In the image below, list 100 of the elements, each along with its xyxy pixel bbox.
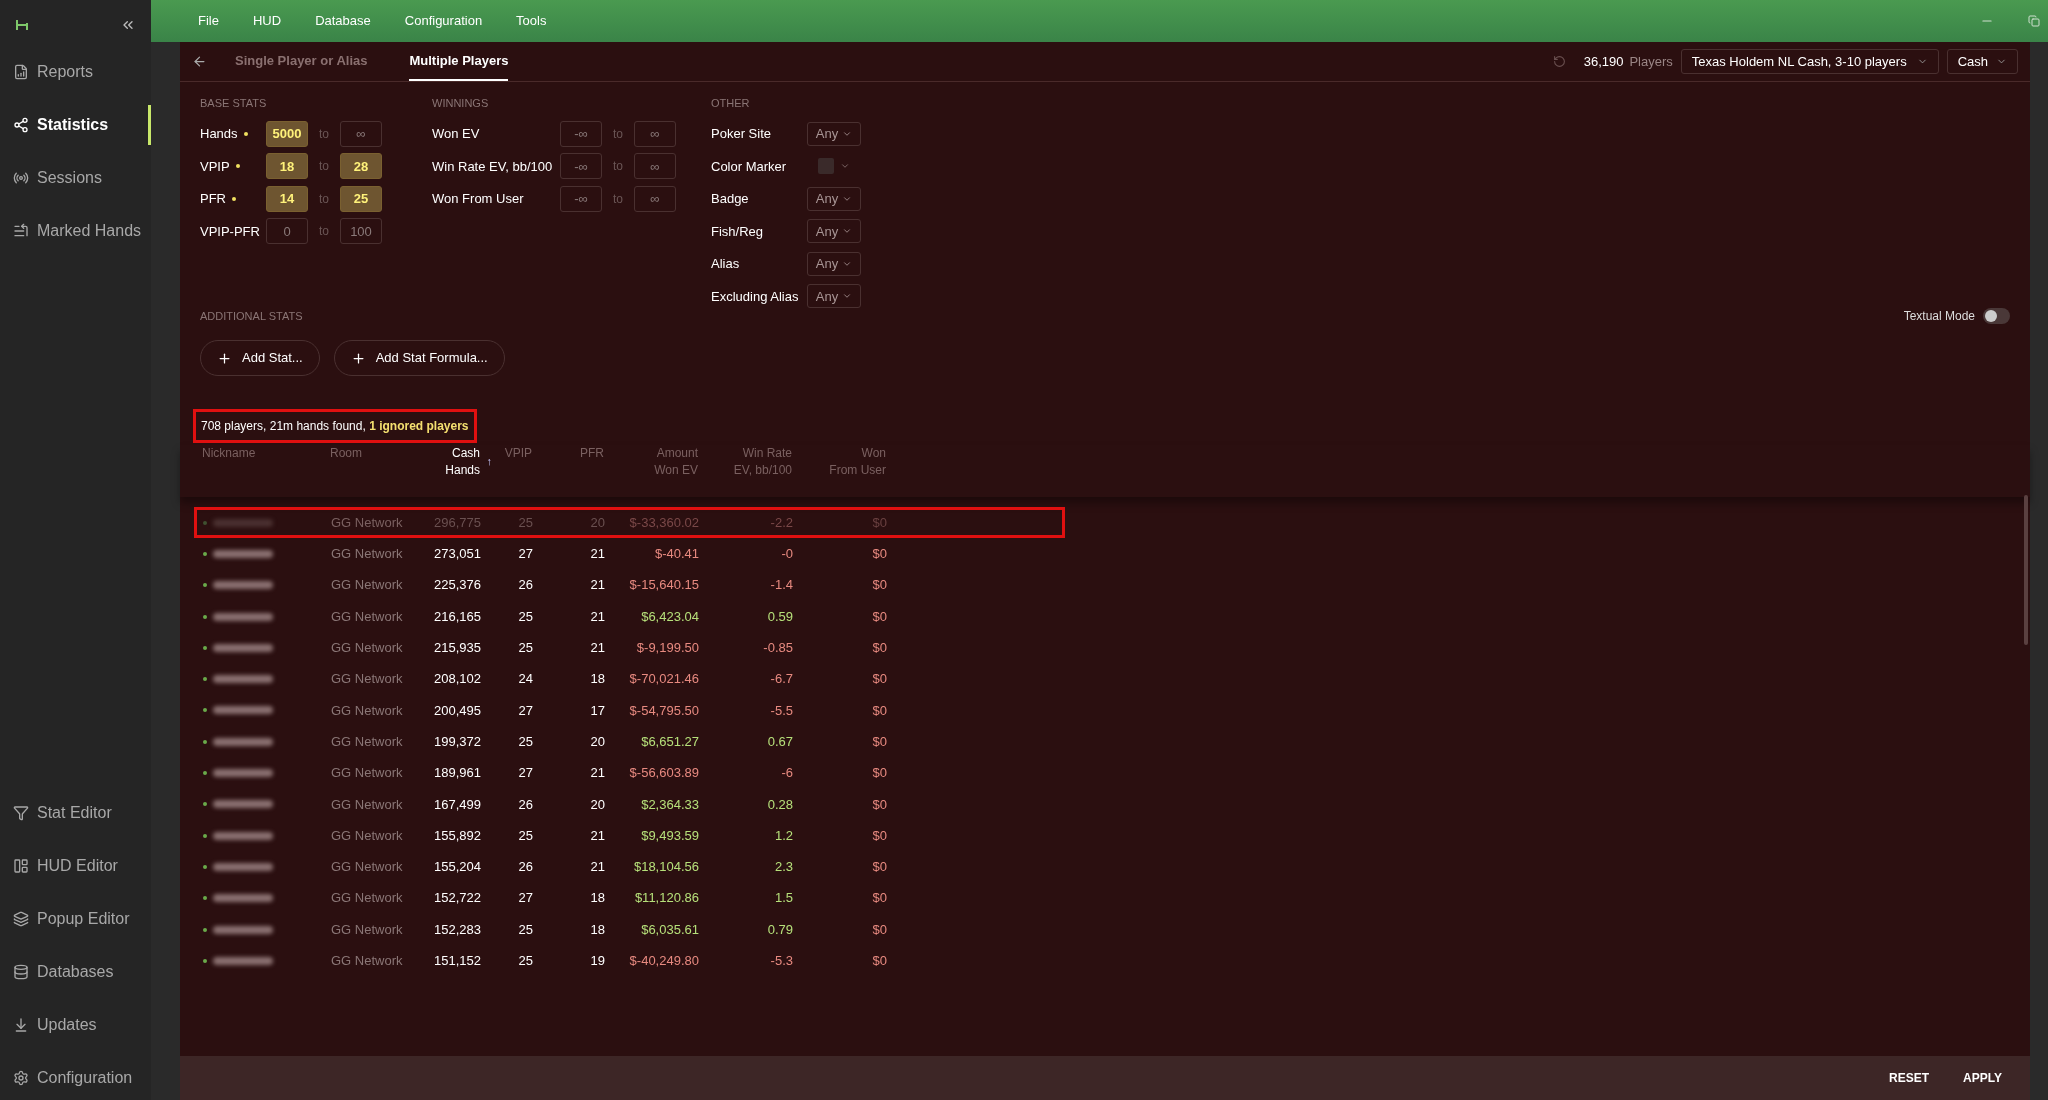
table-row[interactable]: GG Network 216,165 25 21 $6,423.04 0.59 $0 (194, 600, 1065, 633)
stat-label: Hands (200, 125, 238, 143)
table-row[interactable]: GG Network 151,152 25 19 $-40,249.80 -5.3 $0 (194, 945, 1065, 977)
table-cell-text: 25 (517, 513, 533, 532)
table-cell-text: $0 (871, 513, 887, 532)
restore-icon[interactable] (2028, 15, 2040, 27)
table-cell-text: -2.2 (769, 513, 793, 532)
range-field[interactable]: -∞ (560, 120, 602, 147)
any-select[interactable]: Any (807, 219, 861, 244)
sidebar-item[interactable]: Statistics (0, 105, 151, 145)
table-cell-text: 215,935 (433, 639, 481, 658)
sidebar-item[interactable]: Popup Editor (0, 899, 151, 939)
table-row[interactable]: GG Network 167,499 26 20 $2,364.33 0.28 $0 (194, 788, 1065, 820)
table-cell-text: GG Network (331, 670, 404, 689)
sidebar-item[interactable]: Databases (0, 952, 151, 992)
table-cell-text: GG Network (331, 732, 404, 751)
range-field[interactable]: 28 (340, 153, 382, 180)
refresh-icon[interactable] (1552, 55, 1566, 68)
table-cell-text: 20 (589, 795, 605, 814)
range-field[interactable]: 18 (266, 153, 308, 180)
footer-button[interactable]: APPLY (1963, 1069, 2002, 1087)
stat-label: PFR (200, 190, 226, 208)
any-select[interactable]: Any (807, 251, 861, 276)
table-row[interactable]: GG Network 189,961 27 21 $-56,603.89 -6 $0 (194, 757, 1065, 789)
range-field[interactable]: -∞ (560, 185, 602, 212)
table-cell-text: $0 (871, 952, 887, 971)
table-cell-text: $0 (871, 795, 887, 814)
sidebar-item[interactable]: Configuration (0, 1058, 151, 1098)
to-label: to (612, 158, 624, 176)
table-cell-text: $2,364.33 (640, 795, 699, 814)
share-icon (13, 117, 29, 133)
any-select[interactable]: Any (807, 121, 861, 146)
range-field[interactable]: ∞ (340, 120, 382, 147)
table-row[interactable]: GG Network 152,283 25 18 $6,035.61 0.79 $0 (194, 913, 1065, 946)
range-field[interactable]: 5000 (266, 120, 308, 147)
table-cell-text: 21 (589, 545, 605, 564)
range-field[interactable]: 25 (340, 185, 382, 212)
table-cell-text: -5.5 (769, 701, 793, 720)
tab[interactable]: Multiple Players (409, 42, 509, 81)
textual-mode-toggle[interactable] (1983, 308, 2010, 324)
table-cell-text: 26 (517, 795, 533, 814)
table-cell-text: $-40.41 (653, 545, 699, 564)
table-cell-text: 26 (517, 858, 533, 877)
sidebar-item[interactable]: Sessions (0, 158, 151, 198)
any-select[interactable]: Any (807, 186, 861, 211)
table-row[interactable]: GG Network 155,204 26 21 $18,104.56 2.3 $0 (194, 851, 1065, 883)
range-field[interactable]: ∞ (634, 185, 676, 212)
table-cell-text: GG Network (331, 920, 404, 939)
table-row[interactable]: GG Network 152,722 27 18 $11,120.86 1.5 $0 (194, 882, 1065, 914)
menu-item[interactable]: Configuration (404, 11, 483, 31)
range-field[interactable]: -∞ (560, 153, 602, 180)
range-field[interactable]: ∞ (634, 153, 676, 180)
table-row[interactable]: GG Network 155,892 25 21 $9,493.59 1.2 $0 (194, 819, 1065, 852)
mode-select[interactable]: Cash (1946, 49, 2018, 74)
blurred-nickname (213, 706, 273, 715)
table-cell-text: -0.85 (762, 639, 793, 658)
plus-icon (217, 350, 232, 366)
filter-label: Alias (711, 255, 741, 273)
sidebar-item[interactable]: Updates (0, 1005, 151, 1045)
blurred-nickname (213, 737, 273, 746)
results-summary: 708 players, 21m hands found, 1 ignored players (193, 409, 477, 443)
textual-mode-label: Textual Mode (1903, 308, 1975, 325)
range-field[interactable]: 100 (340, 218, 382, 245)
range-field[interactable]: ∞ (634, 120, 676, 147)
table-row[interactable]: GG Network 225,376 26 21 $-15,640.15 -1.4 $0 (194, 569, 1065, 601)
table-cell-text: 0.79 (766, 920, 793, 939)
table-cell-text: 25 (517, 732, 533, 751)
table-cell-text: -6 (780, 764, 793, 783)
menu-item[interactable]: Database (315, 11, 371, 31)
table-row[interactable]: GG Network 200,495 27 17 $-54,795.50 -5.5 $0 (194, 694, 1065, 727)
table-cell-text: 18 (589, 670, 605, 689)
tab[interactable]: Single Player or Alias (235, 42, 368, 81)
table-cell-text: 20 (589, 732, 605, 751)
range-field[interactable]: 0 (266, 218, 308, 245)
menu-item[interactable]: Tools (516, 11, 547, 31)
any-select[interactable]: Any (807, 284, 861, 309)
table-row[interactable]: GG Network 199,372 25 20 $6,651.27 0.67 $0 (194, 726, 1065, 758)
table-cell-text: 25 (517, 639, 533, 658)
table-cell-text: $0 (871, 639, 887, 658)
table-row[interactable]: GG Network 273,051 27 21 $-40.41 -0 $0 (194, 538, 1065, 570)
menu-item[interactable]: File (198, 11, 219, 31)
sidebar-item[interactable]: Stat Editor (0, 793, 151, 833)
table-cell-text: 1.5 (773, 889, 793, 908)
blurred-nickname (213, 581, 273, 590)
sidebar-item[interactable]: HUD Editor (0, 846, 151, 886)
scrollbar[interactable] (2024, 495, 2028, 645)
table-cell-text: $-33,360.02 (628, 513, 699, 532)
table-cell-text: -6.7 (769, 670, 793, 689)
table-cell-text: $6,035.61 (640, 920, 699, 939)
back-icon[interactable] (192, 54, 207, 69)
table-cell-text: 25 (517, 952, 533, 971)
stat-label: Won EV (432, 125, 481, 143)
table-row[interactable]: GG Network 208,102 24 18 $-70,021.46 -6.7 $0 (194, 663, 1065, 695)
table-row[interactable]: GG Network 215,935 25 21 $-9,199.50 -0.85 $0 (194, 632, 1065, 664)
menu-item[interactable]: HUD (252, 11, 282, 31)
sidebar-item[interactable]: Marked Hands (0, 211, 151, 251)
game-select[interactable]: Texas Holdem NL Cash, 3-10 players (1680, 49, 1939, 74)
sidebar-item[interactable]: Reports (0, 52, 151, 92)
footer-button[interactable]: RESET (1889, 1069, 1930, 1087)
range-field[interactable]: 14 (266, 185, 308, 212)
